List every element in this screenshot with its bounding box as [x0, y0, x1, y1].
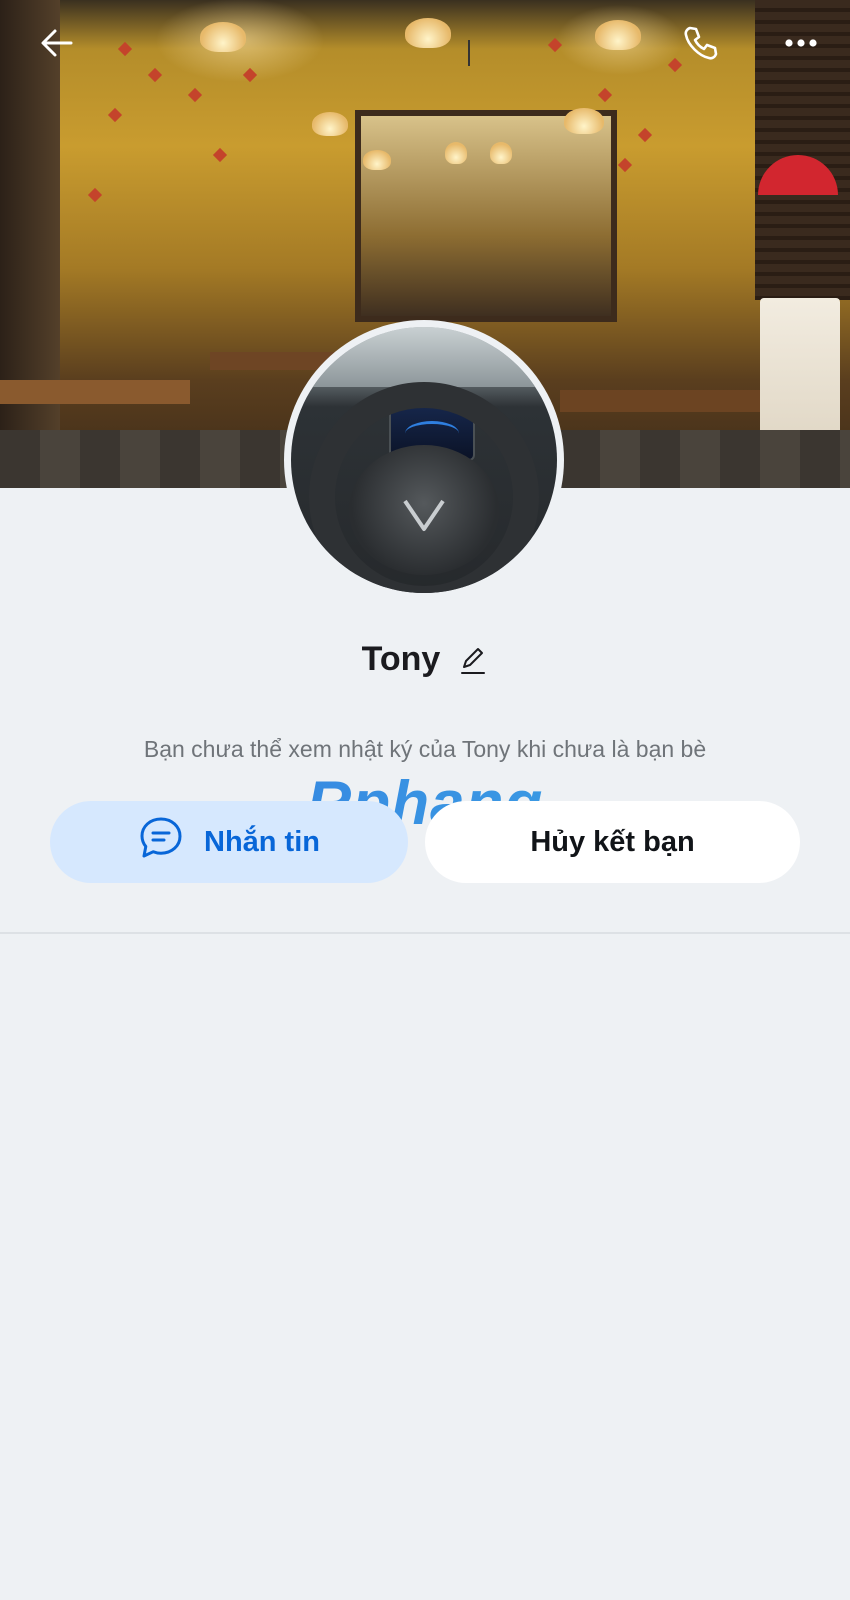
lamp-decoration	[564, 108, 604, 134]
ceiling-fan-decoration	[468, 40, 470, 66]
more-button[interactable]	[780, 22, 822, 64]
message-button-label: Nhắn tin	[204, 825, 320, 858]
crane-decoration	[597, 87, 613, 103]
lamp-decoration	[200, 22, 246, 52]
crane-decoration	[637, 127, 653, 143]
crane-decoration	[242, 67, 258, 83]
privacy-notice: Bạn chưa thể xem nhật ký của Tony khi ch…	[143, 736, 707, 762]
call-button[interactable]	[680, 22, 722, 64]
cover-decoration	[0, 380, 190, 404]
crane-decoration	[147, 67, 163, 83]
crane-decoration	[187, 87, 203, 103]
crane-decoration	[617, 157, 633, 173]
avatar-image	[291, 327, 557, 593]
lamp-decoration	[312, 112, 348, 136]
crane-decoration	[547, 37, 563, 53]
back-button[interactable]	[36, 22, 78, 64]
more-dots-icon	[781, 23, 821, 63]
profile-name-row: Tony	[0, 640, 850, 679]
crane-decoration	[212, 147, 228, 163]
divider	[0, 932, 850, 934]
phone-icon	[681, 23, 721, 63]
lamp-decoration	[363, 150, 391, 170]
crane-decoration	[87, 187, 103, 203]
back-arrow-icon	[37, 23, 77, 63]
avatar-decoration	[291, 327, 557, 387]
unfriend-button[interactable]: Hủy kết bạn	[425, 801, 800, 883]
car-logo-icon	[403, 499, 445, 531]
cover-decoration	[0, 0, 60, 488]
crane-decoration	[107, 107, 123, 123]
message-button[interactable]: Nhắn tin	[50, 801, 408, 883]
lamp-decoration	[445, 142, 467, 164]
lamp-decoration	[595, 20, 641, 50]
avatar[interactable]	[284, 320, 564, 600]
cover-decoration	[560, 390, 760, 412]
unfriend-button-label: Hủy kết bạn	[530, 825, 695, 858]
crane-decoration	[117, 41, 133, 57]
pencil-icon[interactable]	[458, 645, 488, 675]
lamp-decoration	[490, 142, 512, 164]
lamp-decoration	[405, 18, 451, 48]
chat-bubble-icon	[138, 815, 184, 869]
cover-decoration	[355, 110, 617, 322]
profile-name: Tony	[361, 640, 441, 678]
